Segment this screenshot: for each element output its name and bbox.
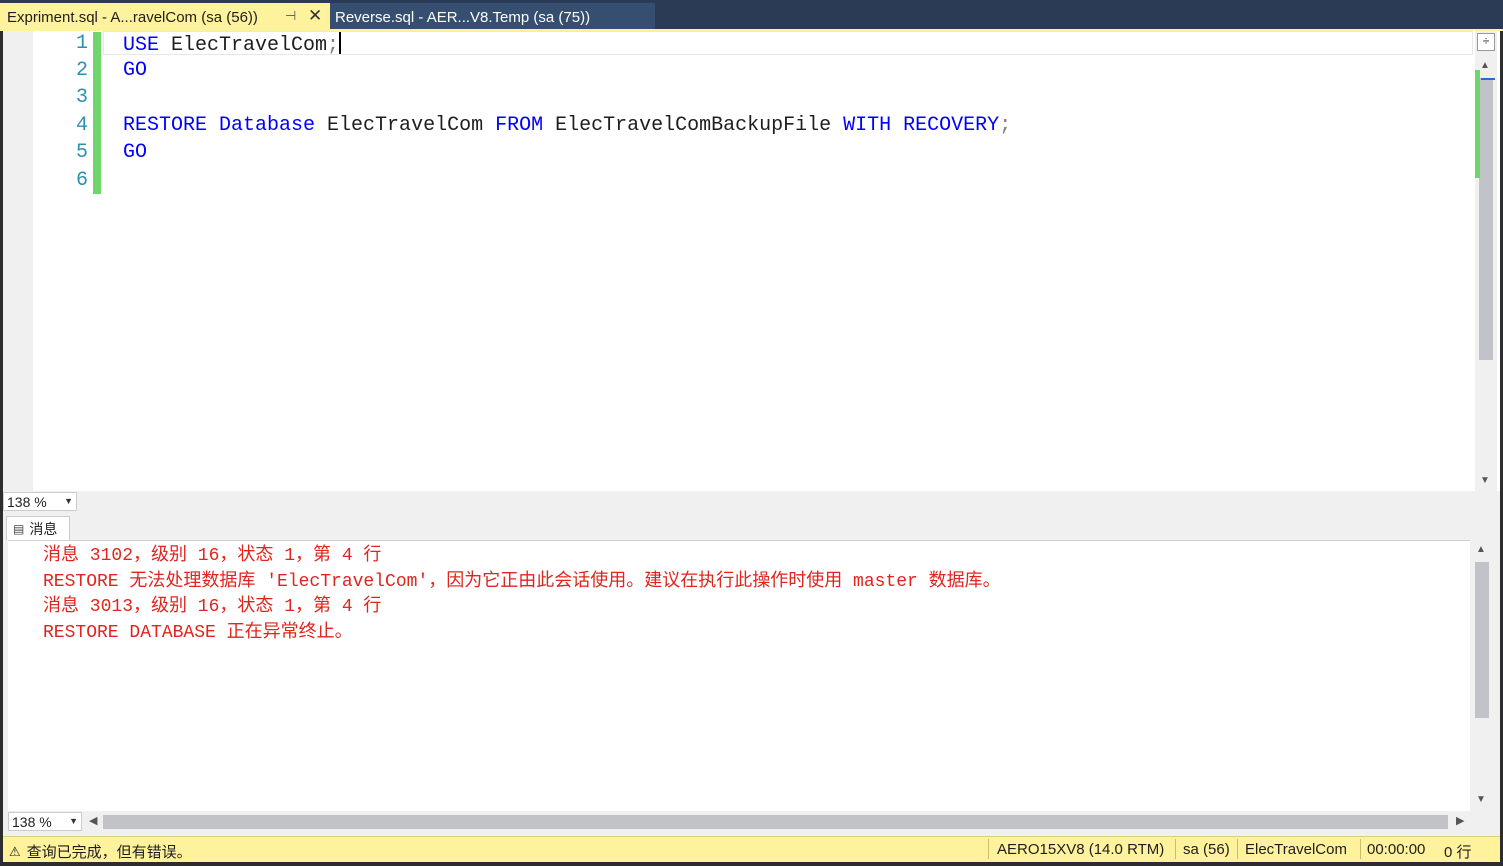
scrollbar-change-marker xyxy=(1475,70,1480,178)
code-line-4[interactable]: RESTORE Database ElecTravelCom FROM Elec… xyxy=(123,114,1011,137)
messages-scroll-thumb[interactable] xyxy=(1475,562,1489,718)
status-server: AERO15XV8 (14.0 RTM) xyxy=(997,841,1165,858)
zoom-value: 138 % xyxy=(7,493,47,510)
line-number: 4 xyxy=(75,114,88,137)
messages-icon: ▤ xyxy=(13,521,25,536)
line-number: 3 xyxy=(75,86,88,109)
chevron-down-icon: ▼ xyxy=(64,496,73,506)
scroll-down-icon[interactable]: ▼ xyxy=(1476,794,1486,805)
code-line-5[interactable]: GO xyxy=(123,141,147,164)
query-status-bar: ⚠ 查询已完成，但有错误。 AERO15XV8 (14.0 RTM) sa (5… xyxy=(3,836,1500,862)
editor-scroll-thumb[interactable] xyxy=(1479,78,1493,360)
editor-horizontal-scrollbar[interactable] xyxy=(82,495,1472,509)
messages-horizontal-scroll-thumb[interactable] xyxy=(103,815,1448,829)
status-rows: 0 行 xyxy=(1444,844,1472,861)
line-number: 5 xyxy=(75,141,88,164)
split-window-icon[interactable]: ÷ xyxy=(1477,33,1495,51)
divider xyxy=(1360,839,1361,859)
editor-zoom-dropdown[interactable]: 138 % ▼ xyxy=(3,492,77,511)
line-number: 2 xyxy=(75,59,88,82)
keyword: RESTORE xyxy=(123,114,208,137)
keyword: USE xyxy=(123,34,160,57)
divider xyxy=(1175,839,1176,859)
zoom-value: 138 % xyxy=(12,813,52,830)
punctuation: ; xyxy=(327,34,340,57)
line-number: 1 xyxy=(75,32,88,55)
keyword: FROM xyxy=(483,114,544,137)
status-user: sa (56) xyxy=(1183,841,1230,858)
code-line-2[interactable]: GO xyxy=(123,59,147,82)
tab-label: Reverse.sql - AER...V8.Temp (sa (75)) xyxy=(335,8,591,26)
identifier: ElecTravelComBackupFile xyxy=(543,114,832,137)
status-message: ⚠ 查询已完成，但有错误。 xyxy=(9,841,192,862)
identifier: ElecTravelCom xyxy=(159,34,328,57)
tab-expriment-sql[interactable]: Expriment.sql - A...ravelCom (sa (56)) ⊣… xyxy=(0,3,330,31)
tab-messages[interactable]: ▤ 消息 xyxy=(6,516,70,540)
divider xyxy=(1237,839,1238,859)
message-line: RESTORE DATABASE 正在异常终止。 xyxy=(43,623,353,643)
scroll-down-icon[interactable]: ▼ xyxy=(1480,475,1490,486)
message-line: 消息 3013，级别 16，状态 1，第 4 行 xyxy=(43,597,382,617)
scroll-left-icon[interactable]: ◀ xyxy=(89,814,97,827)
status-text: 查询已完成，但有错误。 xyxy=(26,844,192,861)
scrollbar-caret-marker xyxy=(1481,78,1495,80)
keyword: GO xyxy=(123,59,148,82)
identifier: ElecTravelCom xyxy=(315,114,484,137)
keyword: GO xyxy=(123,141,148,164)
results-zoom-dropdown[interactable]: 138 % ▼ xyxy=(8,812,82,831)
scroll-up-icon[interactable]: ▲ xyxy=(1480,60,1490,71)
tab-label: 消息 xyxy=(29,520,58,537)
punctuation: ; xyxy=(999,114,1012,137)
scroll-up-icon[interactable]: ▲ xyxy=(1476,544,1486,555)
line-number: 6 xyxy=(75,169,88,192)
status-database: ElecTravelCom xyxy=(1245,841,1347,858)
message-line: RESTORE 无法处理数据库 'ElecTravelCom'，因为它正由此会话… xyxy=(43,572,1001,592)
chevron-down-icon: ▼ xyxy=(69,816,78,826)
pin-icon[interactable]: ⊣ xyxy=(285,8,296,24)
keyword: WITH xyxy=(831,114,892,137)
scroll-right-icon[interactable]: ▶ xyxy=(1456,814,1464,827)
tab-reverse-sql[interactable]: Reverse.sql - AER...V8.Temp (sa (75)) xyxy=(330,3,655,31)
close-icon[interactable]: ✕ xyxy=(308,6,322,26)
code-line-1[interactable]: USE ElecTravelCom; xyxy=(123,32,342,57)
editor-selection-margin xyxy=(3,31,33,491)
status-elapsed: 00:00:00 xyxy=(1367,841,1426,858)
tab-label: Expriment.sql - A...ravelCom (sa (56)) xyxy=(7,8,258,26)
text-caret xyxy=(339,32,342,54)
change-tracking-bar xyxy=(93,32,101,194)
query-editor[interactable] xyxy=(3,31,1500,491)
message-line: 消息 3102，级别 16，状态 1，第 4 行 xyxy=(43,546,382,566)
keyword: RECOVERY xyxy=(891,114,1000,137)
warning-icon: ⚠ xyxy=(9,843,21,859)
divider xyxy=(988,839,989,859)
keyword: Database xyxy=(207,114,316,137)
